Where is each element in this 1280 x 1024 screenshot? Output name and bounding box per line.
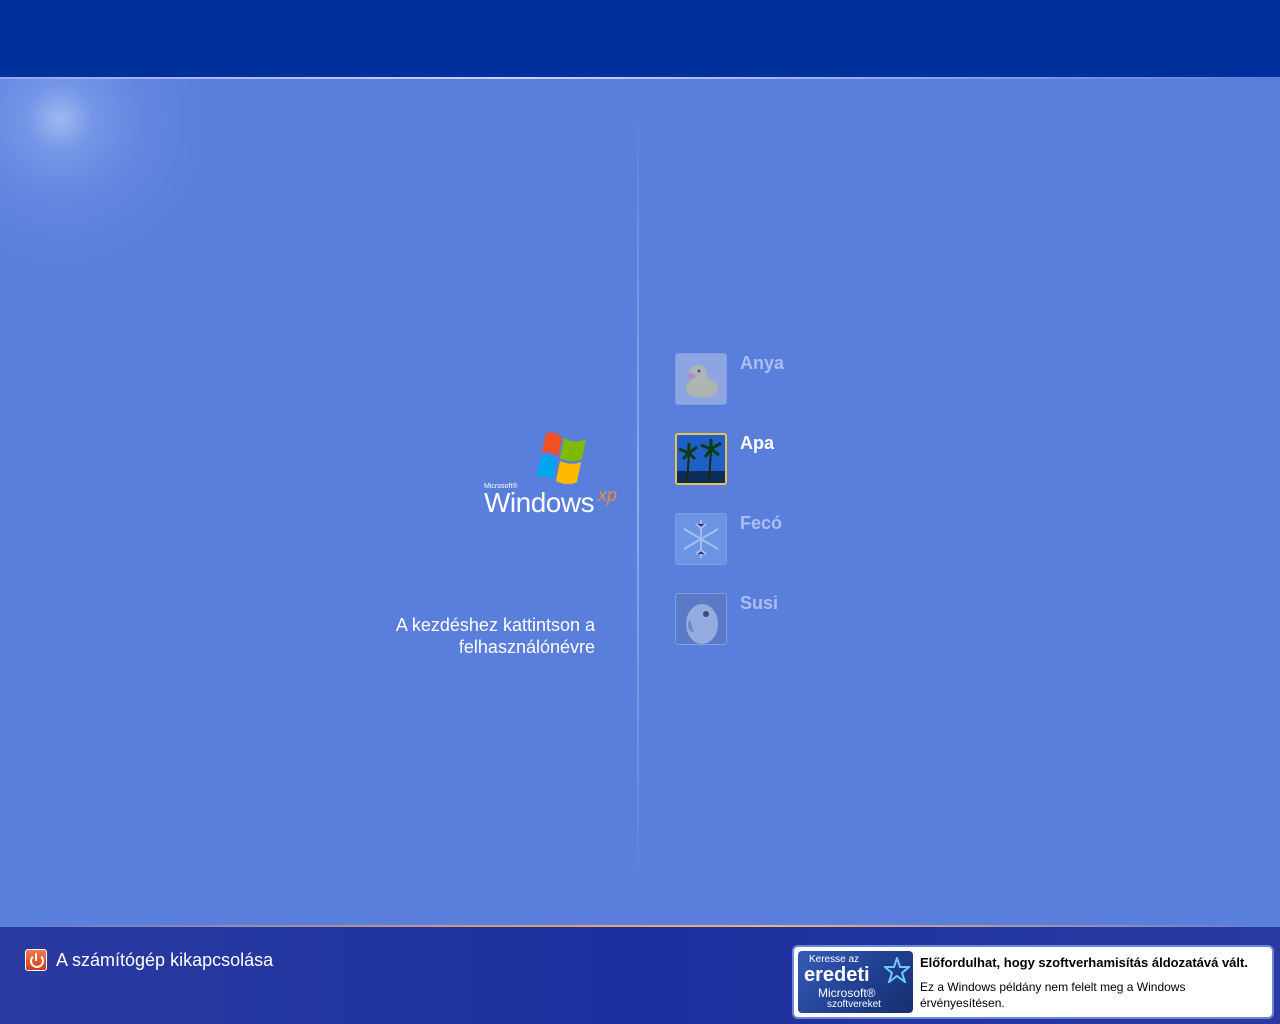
genuine-validation-notice[interactable]: Keresse az eredeti Microsoft® szoftverek… xyxy=(792,945,1274,1019)
notice-body: Ez a Windows példány nem felelt meg a Wi… xyxy=(920,980,1186,1010)
user-name: Apa xyxy=(740,433,775,453)
user-name: Anya xyxy=(740,353,785,373)
user-account-susi[interactable]: Susi xyxy=(675,593,975,647)
instruction-line-1: A kezdéshez kattintson a xyxy=(395,615,595,635)
user-name: Fecó xyxy=(740,513,783,533)
snowflake-icon xyxy=(675,513,727,565)
badge-line-2: eredeti xyxy=(804,964,870,986)
top-bar xyxy=(0,0,1280,77)
notice-title: Előfordulhat, hogy szoftverhamisítás áld… xyxy=(920,955,1248,970)
power-icon xyxy=(25,949,47,971)
palm-trees-icon xyxy=(675,433,727,485)
windows-flag-icon xyxy=(536,432,586,485)
light-glow xyxy=(0,79,215,274)
vertical-divider xyxy=(637,99,639,899)
parrot-icon xyxy=(675,593,727,645)
windows-label: Windows xyxy=(484,487,595,518)
shutdown-label: A számítógép kikapcsolása xyxy=(56,950,274,970)
star-icon xyxy=(884,957,910,983)
badge-line-3: Microsoft® xyxy=(818,986,876,1000)
badge-line-4: szoftvereket xyxy=(827,999,881,1010)
user-name: Susi xyxy=(740,593,779,613)
duck-icon xyxy=(675,353,727,405)
logon-panel: Microsoft® Windows xp A kezdéshez kattin… xyxy=(0,79,1280,925)
user-account-anya[interactable]: Anya xyxy=(675,353,975,407)
genuine-microsoft-badge: Keresse az eredeti Microsoft® szoftverek… xyxy=(798,951,913,1013)
user-account-feco[interactable]: Fecó xyxy=(675,513,975,567)
instruction-line-2: felhasználónévre xyxy=(458,637,595,657)
windows-xp-logo: Microsoft® Windows xp xyxy=(482,431,624,521)
xp-label: xp xyxy=(598,485,618,505)
user-account-apa[interactable]: Apa xyxy=(675,433,975,487)
logon-instruction: A kezdéshez kattintson a felhasználónévr… xyxy=(360,614,595,658)
